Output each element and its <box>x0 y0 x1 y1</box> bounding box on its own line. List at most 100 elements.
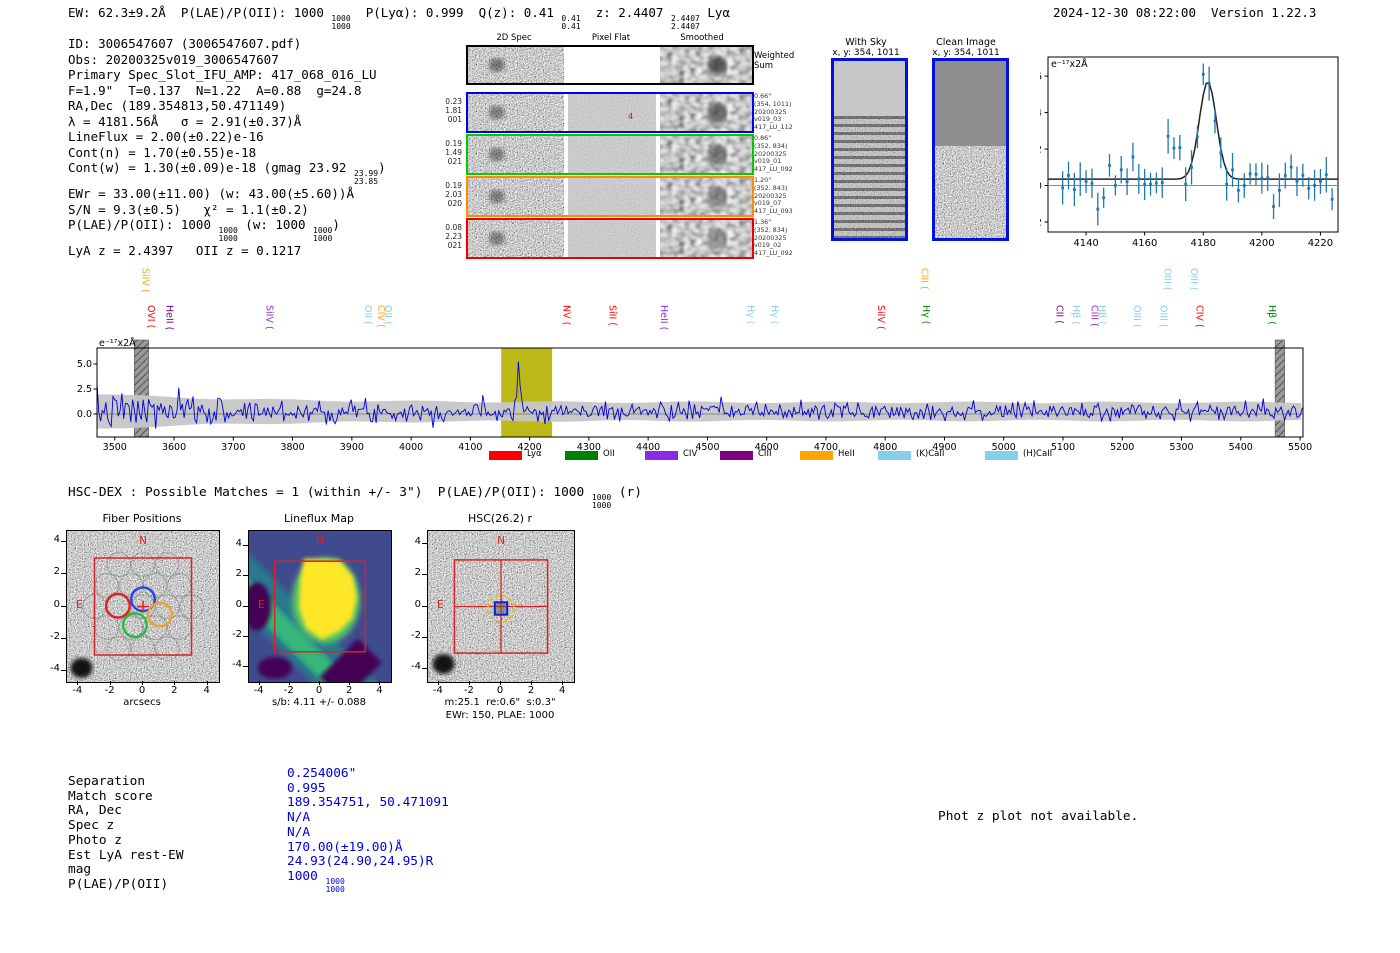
y-tick-label: 4 <box>1040 108 1042 119</box>
line-label-Hγ: Hγ ( <box>744 305 756 325</box>
clean-image-xy: x, y: 354, 1011 <box>932 48 1000 58</box>
2d-line-smudge <box>488 58 505 72</box>
cutout-svg <box>249 531 391 682</box>
report-timestamp-version: 2024-12-30 08:22:00 Version 1.22.3 <box>1053 5 1317 20</box>
y-tick-label: 2 <box>1040 145 1042 156</box>
2d-line-smudge <box>488 189 505 204</box>
y-tick-label: -2 <box>1040 217 1042 228</box>
with-sky-image <box>831 58 908 241</box>
match-row-label: Est LyA rest-EW <box>68 847 184 863</box>
info-line: LyA z = 2.4397 OII z = 0.1217 <box>68 243 302 258</box>
plot-frame <box>1047 56 1339 233</box>
cutout-x-tickmark <box>379 681 381 685</box>
line-fit-svg: 4140 4160 4180 4200 4220 -2 0 2 4 6 e⁻¹⁷x2Å <box>1040 56 1339 248</box>
cutout-y-tick: 4 <box>414 536 421 548</box>
data-point <box>1061 186 1065 190</box>
info-line: Cont(n) = 1.70(±0.55)e-18 <box>68 144 257 160</box>
info-line: Cont(w) = 1.30(±0.09)e-18 (gmag 23.92 23… <box>68 160 386 186</box>
noise-texture <box>468 178 564 215</box>
weighted-sum-text: Sum <box>754 61 774 71</box>
line-label-SiIV: SiIV ( <box>139 268 151 293</box>
legend-label: OII <box>603 449 615 459</box>
line-fit-chart: 4140 4160 4180 4200 4220 -2 0 2 4 6 e⁻¹⁷x2Å <box>1040 48 1355 248</box>
x-tick-label: 5200 <box>1110 442 1134 453</box>
weighted-sum-text: Weighted <box>754 51 795 61</box>
data-point <box>1278 188 1281 192</box>
data-point <box>1307 186 1311 190</box>
x-tick-label: 5500 <box>1288 442 1312 453</box>
spec2d-fiber-row: 4 <box>466 92 754 133</box>
neighbor-source-blob <box>70 657 93 678</box>
noise-texture <box>468 220 564 257</box>
cutout-x-tick: -2 <box>104 685 115 696</box>
stacked-fraction: 1000 1000 <box>325 876 345 894</box>
cutout-x-tickmark <box>319 681 320 685</box>
cutout-image-fluxmap: NE <box>248 530 392 683</box>
cutout-title: Lineflux Map <box>283 512 355 525</box>
x-tick-label: 4140 <box>1073 238 1098 248</box>
cutout-y-tick: -4 <box>411 660 421 672</box>
cutout-x-tick: 0 <box>315 685 323 696</box>
info-line: LineFlux = 2.00(±0.22)e-16 <box>68 129 264 144</box>
legend-swatch <box>565 451 598 460</box>
stripe-noise <box>834 116 905 238</box>
data-point <box>1319 180 1322 183</box>
match-row-label: mag <box>68 862 92 878</box>
cutout-x-tickmark <box>468 681 470 685</box>
cutout-y-tickmark <box>61 540 66 542</box>
fiber-row-right-label: 1.20" (352, 843) 20200325 v019_07 417_LU_093 <box>754 176 793 216</box>
line-label-HeII: HeII ( <box>658 305 670 331</box>
cutout-x-tick: 2 <box>171 685 178 696</box>
x-tick-label: 3900 <box>340 442 364 453</box>
x-tick-label: 4500 <box>695 442 719 453</box>
x-tick-label: 4220 <box>1308 238 1333 248</box>
col-header-2d-spec: 2D Spec <box>496 33 532 43</box>
cutout-y-tick: 2 <box>414 567 421 579</box>
smoothed-detection-blob <box>708 103 727 124</box>
smoothed-detection-blob <box>708 56 727 75</box>
legend-swatch <box>985 451 1018 460</box>
cutout-x-tick: 2 <box>527 685 535 696</box>
info-line: RA,Dec (189.354813,50.471149) <box>68 98 287 113</box>
noise-texture <box>935 146 1006 238</box>
data-point <box>1090 181 1094 185</box>
legend-label: CIII <box>758 449 772 459</box>
data-point <box>1184 182 1188 186</box>
stacked-fraction: 1000 1000 <box>331 14 351 31</box>
legend-swatch <box>800 451 833 460</box>
smoothed-detection-blob <box>708 187 727 208</box>
cutout-x-tickmark <box>500 681 501 685</box>
line-label-OIII: OIII ( <box>1131 305 1143 328</box>
match-row-label: Spec z <box>68 818 115 834</box>
line-label-CIV: CIV ( <box>1193 305 1205 328</box>
cutout-x-tickmark <box>206 681 208 685</box>
spec2d-subimage <box>468 47 564 83</box>
line-label-CII: CII ( <box>1053 305 1065 324</box>
data-point <box>1225 182 1229 186</box>
spec2d-fiber-row <box>466 176 754 217</box>
cutout-y-tick: -2 <box>50 630 60 642</box>
cutout-x-tickmark <box>562 681 564 685</box>
cutout-y-tickmark <box>243 545 248 547</box>
fiber-row-left-label: 0.19 2.03 020 <box>445 181 462 208</box>
cutout-caption: arcsecs <box>123 697 161 708</box>
spec2d-subimage <box>568 136 656 173</box>
masked-band <box>1274 339 1285 438</box>
data-point <box>1072 188 1076 191</box>
data-point <box>1266 176 1270 180</box>
noise-texture <box>568 94 656 131</box>
compass-north: N <box>316 535 324 547</box>
stacked-fraction: 0.41 0.41 <box>561 14 581 31</box>
cutout-y-tick: 4 <box>53 533 60 545</box>
spec2d-subimage <box>660 136 752 173</box>
cutout-x-tickmark <box>174 681 176 685</box>
cutout-caption: s/b: 4.11 +/- 0.088 <box>271 697 367 708</box>
data-point <box>1084 180 1088 183</box>
info-line: P(LAE)/P(OII): 1000 1000 1000 (w: 1000 10… <box>68 217 340 243</box>
x-tick-label: 3700 <box>221 442 245 453</box>
data-point <box>1137 177 1141 181</box>
cutout-y-tickmark <box>422 636 427 638</box>
fiber-row-left-label: 0.23 1.81 001 <box>445 97 462 124</box>
data-point <box>1143 183 1147 186</box>
data-point <box>1108 164 1111 167</box>
